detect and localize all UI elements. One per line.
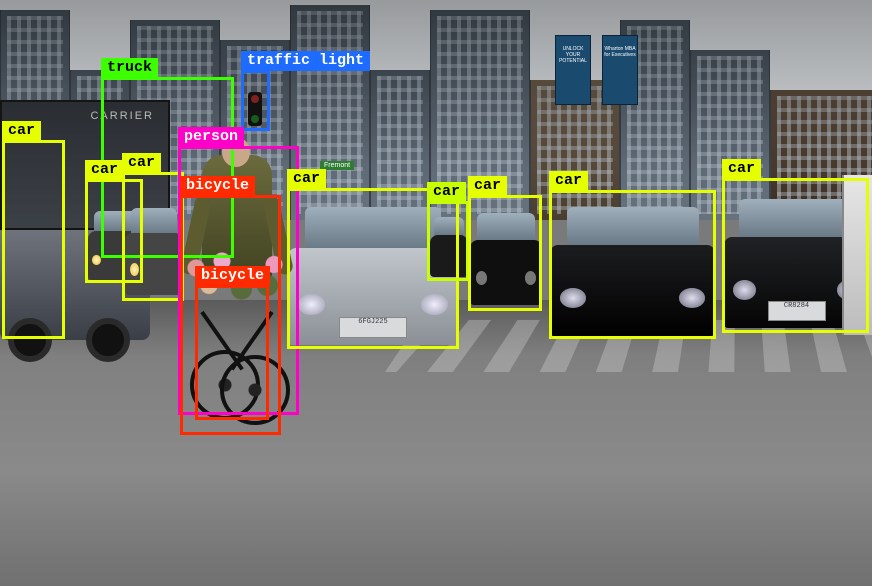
bbox-label: person — [178, 127, 244, 147]
bbox-label: car — [2, 121, 41, 141]
bbox-label: car — [122, 153, 161, 173]
bbox-car: car — [287, 188, 459, 349]
detection-scene: UNLOCK YOUR POTENTIAL Wharton MBA for Ex… — [0, 0, 872, 586]
bbox-label: car — [287, 169, 326, 189]
detection-overlay: cartruckcarcartraffic lightpersonbicycle… — [0, 0, 872, 586]
bbox-label: car — [427, 182, 466, 202]
bbox-car: car — [122, 172, 184, 301]
bbox-label: car — [549, 171, 588, 191]
bbox-person: person — [178, 146, 299, 415]
bbox-car: car — [427, 201, 469, 281]
bbox-bicycle: bicycle — [195, 285, 269, 420]
bbox-label: car — [85, 160, 124, 180]
bbox-car: car — [468, 195, 542, 311]
bbox-label: car — [722, 159, 761, 179]
bbox-label: bicycle — [195, 266, 270, 286]
bbox-bicycle: bicycle — [180, 195, 281, 435]
bbox-car: car — [85, 179, 143, 283]
bbox-traffic-light: traffic light — [241, 70, 270, 131]
bbox-truck: truck — [101, 77, 234, 258]
bbox-label: traffic light — [241, 51, 370, 71]
bbox-car: car — [2, 140, 65, 339]
bbox-label: car — [468, 176, 507, 196]
bbox-car: car — [549, 190, 716, 339]
bbox-car: car — [722, 178, 869, 333]
bbox-label: truck — [101, 58, 158, 78]
bbox-label: bicycle — [180, 176, 255, 196]
